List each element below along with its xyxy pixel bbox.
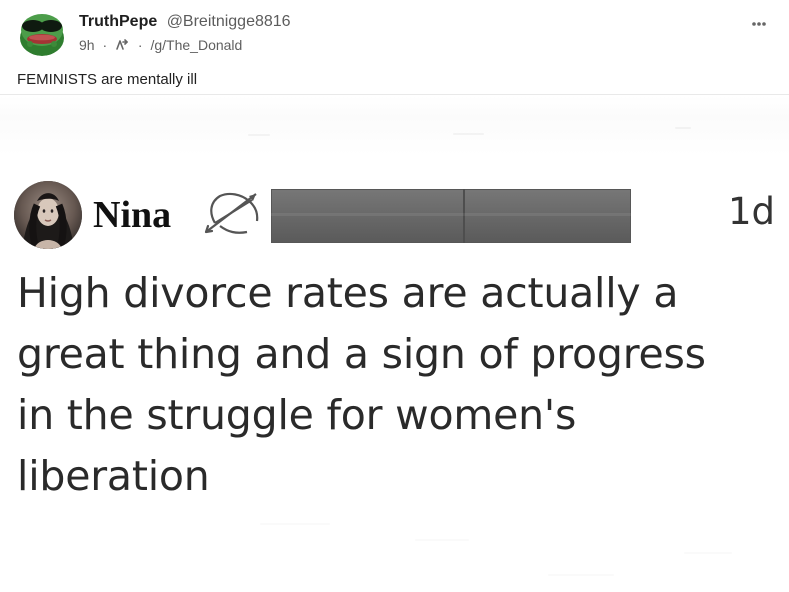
post-header: TruthPepe @Breitnigge8816 9h · · /g/The_…	[17, 6, 777, 58]
community-link[interactable]: /g/The_Donald	[150, 37, 242, 53]
tweet-line: in the struggle for women's	[17, 391, 577, 439]
feed-post: TruthPepe @Breitnigge8816 9h · · /g/The_…	[0, 0, 789, 592]
more-horizontal-icon	[752, 22, 766, 26]
sagittarius-icon	[204, 192, 259, 234]
author-display-name[interactable]: TruthPepe	[79, 13, 157, 30]
tweet-line: great thing and a sign of progress	[17, 330, 706, 378]
profile-photo-icon	[14, 181, 82, 249]
author-handle[interactable]: @Breitnigge8816	[167, 13, 291, 30]
image-noise-mark	[453, 133, 484, 135]
post-body-text: FEMINISTS are mentally ill	[17, 71, 198, 88]
meta-separator: ·	[137, 37, 143, 53]
embedded-tweet-image[interactable]: Nina 1d High divorce rates are actually …	[0, 96, 789, 592]
author-avatar[interactable]	[17, 6, 67, 56]
artifact-line	[415, 539, 469, 541]
post-meta: TruthPepe @Breitnigge8816 9h · · /g/The_…	[79, 12, 639, 54]
artifact-line	[260, 523, 330, 525]
post-divider	[0, 94, 789, 95]
tweet-time: 1d	[728, 190, 776, 233]
embedded-tweet-top-fade	[0, 96, 789, 156]
meta-separator: ·	[102, 37, 108, 53]
more-options-button[interactable]	[747, 14, 771, 34]
tweet-line: High divorce rates are actually a	[17, 269, 679, 317]
post-age: 9h	[79, 37, 95, 53]
image-noise-mark	[675, 127, 691, 129]
profile-photo	[14, 181, 82, 249]
artifact-line	[548, 574, 614, 576]
pepe-avatar-icon	[17, 6, 67, 56]
community-icon	[115, 38, 129, 52]
artifact-line	[684, 552, 732, 554]
tweet-line: liberation	[17, 452, 210, 500]
tweet-author-name: Nina	[93, 194, 172, 236]
redacted-handle-bar	[271, 189, 631, 243]
author-line: TruthPepe @Breitnigge8816	[79, 12, 291, 32]
tweet-body: High divorce rates are actually a great …	[17, 263, 777, 523]
image-artifacts	[0, 501, 789, 592]
post-subline: 9h · · /g/The_Donald	[79, 36, 242, 54]
image-noise-mark	[248, 134, 270, 136]
